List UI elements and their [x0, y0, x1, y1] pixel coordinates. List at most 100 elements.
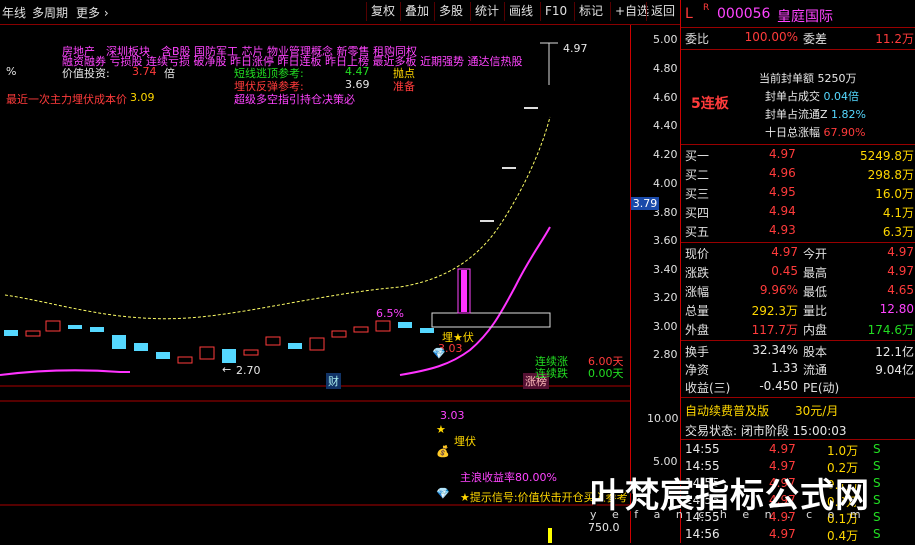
- stat2-value: 32.34%: [752, 343, 798, 357]
- buy-row: 买四 4.94 4.1万: [681, 204, 915, 222]
- ma-line: [4, 116, 551, 320]
- stat-label-2: 最低: [803, 285, 828, 299]
- tick-row: 14:56 4.97 0.4万 S: [681, 527, 915, 545]
- buy-label: 买一: [685, 149, 710, 163]
- mark-button[interactable]: 标记: [574, 2, 607, 21]
- board-tag: 5连板: [691, 96, 729, 112]
- value-invest-value: 3.74: [132, 65, 157, 78]
- bottom-tag: 准备: [393, 80, 415, 93]
- candle: [112, 335, 126, 349]
- candle: [156, 352, 170, 359]
- buy-price: 4.96: [769, 166, 796, 180]
- stat-value-2: 4.65: [887, 283, 914, 297]
- stat-value-2: 4.97: [887, 264, 914, 278]
- back-button[interactable]: 返回: [646, 2, 679, 21]
- candle: [398, 322, 412, 328]
- tick-time: 14:56: [685, 527, 720, 541]
- auto-renew-label[interactable]: 自动续费普及版: [685, 402, 769, 419]
- overlay-button[interactable]: 叠加: [400, 2, 433, 21]
- tick-direction: S: [873, 510, 881, 524]
- consecutive-down-value: 0.00天: [588, 367, 624, 380]
- pct-change-label: 6.5%: [376, 307, 404, 320]
- stat2-value: -0.450: [759, 379, 798, 393]
- candle: [243, 349, 259, 356]
- candle: [420, 328, 434, 333]
- sub-profit-label: 主浪收益率80.00%: [460, 471, 557, 484]
- buy-volume: 16.0万: [875, 187, 914, 201]
- stat-value: 292.3万: [751, 304, 798, 318]
- f10-button[interactable]: F10: [540, 2, 571, 21]
- candle: [309, 337, 325, 351]
- buy-volume: 5249.8万: [860, 149, 914, 163]
- tick-direction: S: [873, 476, 881, 490]
- fuquan-button[interactable]: 复权: [366, 2, 399, 21]
- price-month-label[interactable]: 30元/月: [795, 402, 838, 419]
- stat-value: 117.7万: [751, 323, 798, 337]
- seal-turnover-row: 封单占成交 0.04倍: [765, 88, 859, 104]
- candle: [502, 167, 516, 169]
- seal-float-label: 封单占流通Z: [765, 108, 828, 121]
- ambush-star-icon: ★: [436, 423, 446, 436]
- tick-volume: 0.4万: [827, 529, 859, 543]
- stat-value-2: 12.80: [879, 302, 914, 316]
- draw-line-button[interactable]: 画线: [504, 2, 537, 21]
- market-code: L: [685, 6, 693, 22]
- stat2-value-2: 9.04亿: [875, 363, 914, 377]
- sub-ambush-label: 埋伏: [454, 435, 476, 448]
- stat-value: 9.96%: [759, 283, 798, 297]
- ten-day-label: 十日总涨幅: [765, 126, 820, 139]
- candle: [524, 107, 538, 109]
- multi-stock-button[interactable]: 多股: [434, 2, 467, 21]
- axis-tick: 3.20: [653, 291, 678, 304]
- stat-value-2: 4.97: [887, 245, 914, 259]
- axis-tick: 4.60: [653, 91, 678, 104]
- stat2-row: 换手 32.34% 股本 12.1亿: [681, 343, 915, 361]
- seal-float-value: 1.82%: [831, 108, 866, 121]
- stat2-row: 收益(三) -0.450 PE(动): [681, 379, 915, 397]
- seal-amount-label: 当前封单额: [759, 72, 814, 85]
- weibi-value: 100.00%: [744, 30, 798, 44]
- short-top-value: 4.47: [345, 65, 370, 78]
- statistics-button[interactable]: 统计: [470, 2, 503, 21]
- tick-price: 4.97: [769, 442, 796, 456]
- multi-period-button[interactable]: 多周期: [32, 4, 68, 21]
- buy-price: 4.93: [769, 223, 796, 237]
- candle: [375, 320, 391, 332]
- candle: [90, 327, 104, 332]
- period-selector[interactable]: 年线: [2, 4, 26, 21]
- sub-value: 3.03: [440, 409, 465, 422]
- candle: [480, 220, 494, 222]
- stat-label-2: 最高: [803, 266, 828, 280]
- stat2-label: 净资: [685, 363, 710, 377]
- stat-label: 现价: [685, 247, 710, 261]
- low-arrow-icon: ←: [222, 363, 232, 376]
- peak-price-label: 4.97: [563, 42, 588, 55]
- trade-status: 交易状态: 闭市阶段 15:00:03: [685, 424, 847, 438]
- stock-name: 皇庭国际: [777, 9, 833, 25]
- current-price-marker: 3.79: [631, 197, 659, 210]
- signal-bar-fill: [461, 270, 467, 312]
- super-signal: 超级多空指引持仓决策必: [234, 93, 355, 106]
- buy-volume: 6.3万: [882, 225, 914, 239]
- kline-chart[interactable]: 房地产 深圳板块 含B股 国防军工 芯片 物业管理概念 新零售 租购同权 融资融…: [0, 25, 630, 543]
- value-invest-unit: 倍: [164, 67, 175, 80]
- stat-value-2: 174.6万: [867, 323, 914, 337]
- weicha-value: 11.2万: [875, 32, 914, 46]
- axis-tick: 4.00: [653, 177, 678, 190]
- buy-volume: 4.1万: [882, 206, 914, 220]
- volume-bar: [548, 528, 552, 543]
- stat-label: 涨幅: [685, 285, 710, 299]
- quote-panel: L R 000056 皇庭国际 委比 100.00% 委差 11.2万 当前封单…: [680, 0, 915, 543]
- seal-amount-value: 5250万: [817, 72, 857, 85]
- stat2-row: 净资 1.33 流通 9.04亿: [681, 361, 915, 379]
- buy-row: 买三 4.95 16.0万: [681, 185, 915, 203]
- stat2-label-2: PE(动): [803, 381, 840, 395]
- more-menu[interactable]: 更多 ›: [76, 4, 109, 21]
- trend-curve-rise: [399, 226, 551, 376]
- candle: [45, 320, 61, 332]
- stat-row: 总量 292.3万 量比 12.80: [681, 302, 915, 320]
- stat-row: 涨幅 9.96% 最低 4.65: [681, 283, 915, 301]
- finance-badge[interactable]: 财: [326, 373, 341, 389]
- seal-float-row: 封单占流通Z 1.82%: [765, 106, 866, 122]
- stat-row: 现价 4.97 今开 4.97: [681, 245, 915, 263]
